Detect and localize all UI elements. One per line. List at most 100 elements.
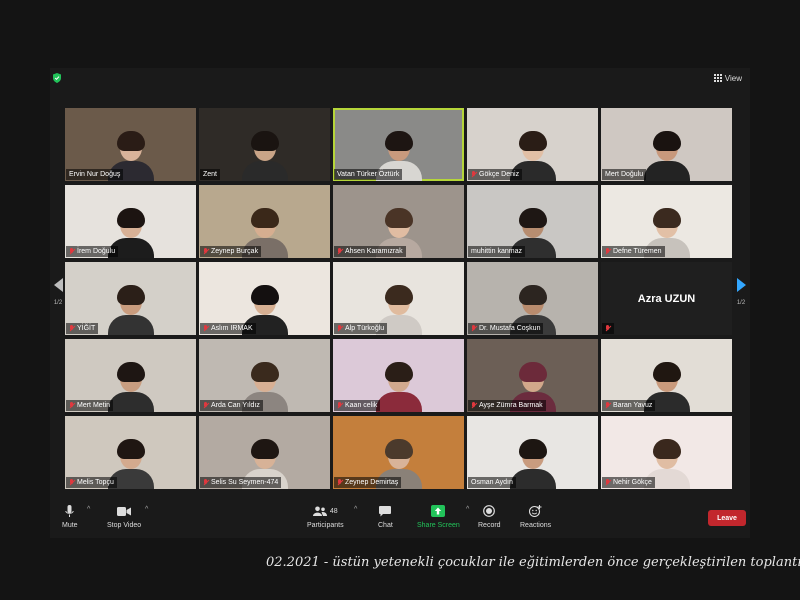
muted-mic-icon — [605, 478, 611, 487]
participant-tile[interactable]: Ervin Nur Doğuş — [65, 108, 196, 181]
participant-name: Zeynep Demirtaş — [345, 479, 399, 486]
participant-tile[interactable]: Ahsen Karamızrak — [333, 185, 464, 258]
next-page-button[interactable]: 1/2 — [734, 278, 748, 328]
participant-tile[interactable]: Defne Türemen — [601, 185, 732, 258]
participant-name: Ervin Nur Doğuş — [69, 171, 121, 178]
smiley-plus-icon — [529, 504, 542, 518]
participant-tile[interactable]: Mert Doğulu — [601, 108, 732, 181]
right-arrow-icon — [736, 278, 746, 292]
muted-mic-icon — [203, 324, 209, 333]
participant-name-label: Zeynep Demirtaş — [334, 477, 402, 488]
participants-options-caret-icon[interactable]: ^ — [354, 506, 357, 513]
muted-mic-icon — [69, 478, 75, 487]
leave-button[interactable]: Leave — [708, 510, 746, 526]
video-options-caret-icon[interactable]: ^ — [145, 506, 148, 513]
muted-mic-icon — [203, 478, 209, 487]
participant-tile[interactable]: Arda Can Yıldız — [199, 339, 330, 412]
mute-label: Mute — [62, 522, 78, 529]
meeting-toolbar: Mute ^ Stop Video ^ 48 Participants ^ Ch… — [50, 498, 750, 538]
muted-mic-icon — [471, 401, 477, 410]
top-bar: View — [50, 68, 750, 88]
participant-name-label: Zent — [200, 169, 221, 180]
muted-mic-icon — [337, 324, 343, 333]
participant-name: Osman Aydın — [471, 479, 513, 486]
participant-name: Arda Can Yıldız — [211, 402, 260, 409]
muted-mic-icon — [69, 401, 75, 410]
participant-tile[interactable]: Azra UZUN — [601, 262, 732, 335]
participant-tile[interactable]: Mert Metin — [65, 339, 196, 412]
participant-tile[interactable]: Osman Aydın — [467, 416, 598, 489]
participant-video-feed — [241, 131, 288, 181]
muted-mic-icon — [69, 247, 75, 256]
participant-tile[interactable]: Alp Türkoğlu — [333, 262, 464, 335]
participant-tile[interactable]: YİĞİT — [65, 262, 196, 335]
participants-button[interactable]: 48 Participants — [307, 504, 344, 529]
participant-tile[interactable]: Nehir Gökçe — [601, 416, 732, 489]
participant-name: muhittin kanmaz — [471, 248, 522, 255]
participants-count: 48 — [329, 507, 338, 515]
gallery-view-icon — [713, 74, 722, 82]
page-indicator-right: 1/2 — [736, 300, 746, 306]
participant-tile[interactable]: Selis Su Seymen-474 — [199, 416, 330, 489]
participant-tile[interactable]: Zeynep Demirtaş — [333, 416, 464, 489]
participant-tile[interactable]: Baran Yavuz — [601, 339, 732, 412]
muted-mic-icon — [203, 401, 209, 410]
video-camera-icon — [117, 504, 132, 518]
participant-name: Baran Yavuz — [613, 402, 653, 409]
muted-mic-icon — [471, 324, 477, 333]
participant-name: Ayşe Zümra Barmak — [479, 402, 543, 409]
share-screen-button[interactable]: Share Screen — [417, 504, 460, 529]
stop-video-button[interactable]: Stop Video — [107, 504, 141, 529]
participant-name-label: Ayşe Zümra Barmak — [468, 400, 546, 411]
participant-name-label: Dr. Mustafa Coşkun — [468, 323, 544, 334]
participant-tile[interactable]: İrem Doğulu — [65, 185, 196, 258]
participant-name: Kaan celik — [345, 402, 378, 409]
participant-name: Alp Türkoğlu — [345, 325, 385, 332]
participant-tile[interactable]: Melis Topçu — [65, 416, 196, 489]
chat-label: Chat — [378, 522, 393, 529]
share-options-caret-icon[interactable]: ^ — [466, 506, 469, 513]
participant-name-label: muhittin kanmaz — [468, 246, 525, 257]
participant-name-label: Arda Can Yıldız — [200, 400, 263, 411]
reactions-button[interactable]: Reactions — [520, 504, 551, 529]
participant-name: Aslım IRMAK — [211, 325, 253, 332]
participant-name: Mert Metin — [77, 402, 111, 409]
muted-mic-icon — [337, 401, 343, 410]
share-screen-label: Share Screen — [417, 522, 460, 529]
participant-name-label: Gökçe Deniz — [468, 169, 523, 180]
participant-name-label: Defne Türemen — [602, 246, 665, 257]
participant-tile[interactable]: Ayşe Zümra Barmak — [467, 339, 598, 412]
participant-name: Nehir Gökçe — [613, 479, 652, 486]
muted-mic-icon — [337, 247, 343, 256]
participant-tile[interactable]: Gökçe Deniz — [467, 108, 598, 181]
participant-name: Zeynep Burçak — [211, 248, 259, 255]
muted-mic-icon — [605, 324, 611, 333]
participant-name-label: Nehir Gökçe — [602, 477, 655, 488]
participant-name-label — [602, 323, 614, 334]
record-button[interactable]: Record — [478, 504, 501, 529]
participant-tile[interactable]: Kaan celik — [333, 339, 464, 412]
security-shield-icon[interactable] — [53, 73, 61, 83]
photo-caption: 02.2021 - üstün yetenekli çocuklar ile e… — [266, 555, 800, 570]
participant-video-feed — [375, 362, 422, 412]
mute-button[interactable]: Mute — [62, 504, 78, 529]
participant-name: Melis Topçu — [77, 479, 114, 486]
participant-tile[interactable]: Aslım IRMAK — [199, 262, 330, 335]
view-button[interactable]: View — [713, 71, 742, 85]
participant-name: Ahsen Karamızrak — [345, 248, 403, 255]
reactions-label: Reactions — [520, 522, 552, 529]
participant-tile[interactable]: Vatan Türker Öztürk — [333, 108, 464, 181]
participant-tile[interactable]: Dr. Mustafa Coşkun — [467, 262, 598, 335]
audio-options-caret-icon[interactable]: ^ — [87, 506, 90, 513]
participant-name-label: Zeynep Burçak — [200, 246, 262, 257]
chat-button[interactable]: Chat — [378, 504, 393, 529]
muted-mic-icon — [337, 478, 343, 487]
participant-name: İrem Doğulu — [77, 248, 116, 255]
participant-tile[interactable]: muhittin kanmaz — [467, 185, 598, 258]
muted-mic-icon — [605, 401, 611, 410]
participant-tile[interactable]: Zent — [199, 108, 330, 181]
participant-video-feed — [509, 439, 556, 489]
previous-page-button[interactable]: 1/2 — [51, 278, 65, 328]
participant-tile[interactable]: Zeynep Burçak — [199, 185, 330, 258]
participant-video-feed — [107, 362, 154, 412]
